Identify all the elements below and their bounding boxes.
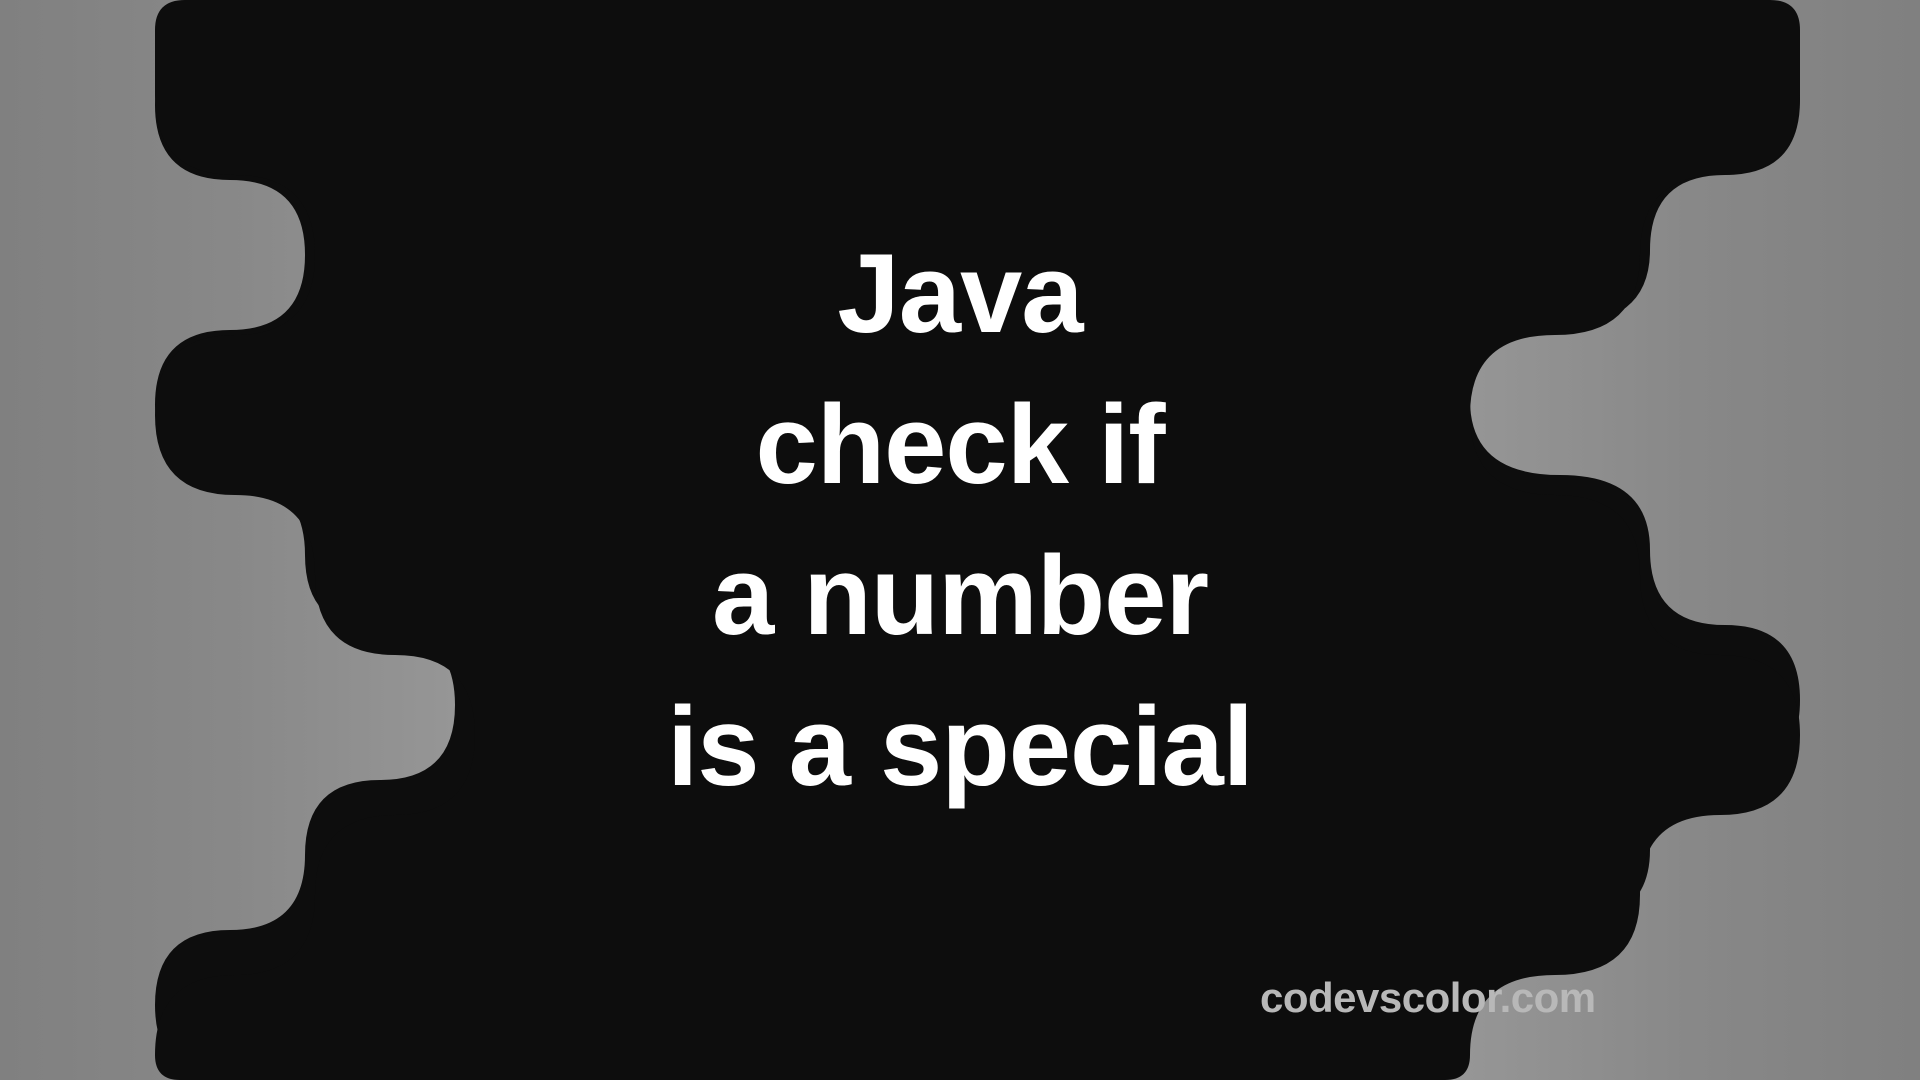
page-title: Java check if a number is a special <box>667 218 1253 823</box>
title-line-2: check if <box>755 382 1164 507</box>
site-attribution: codevscolor.com <box>1260 974 1596 1022</box>
title-line-3: a number <box>712 533 1208 658</box>
title-line-1: Java <box>837 231 1082 356</box>
title-line-4: is a special <box>667 684 1253 809</box>
content-area: Java check if a number is a special <box>0 0 1920 1080</box>
